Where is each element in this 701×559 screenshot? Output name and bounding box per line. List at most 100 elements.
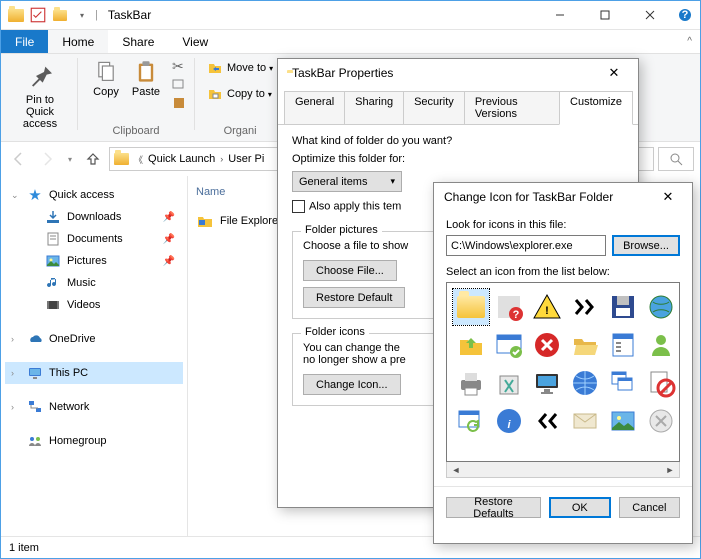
back-button[interactable] [7,147,31,171]
dialog-title: Change Icon for TaskBar Folder [444,190,613,204]
recent-dropdown-icon[interactable]: ▾ [63,147,77,171]
also-apply-checkbox[interactable] [292,200,305,213]
qat-properties-icon[interactable] [29,6,47,24]
icon-option-window-refresh[interactable] [453,403,489,439]
icon-option-printer[interactable] [453,365,489,401]
tab-share[interactable]: Share [108,30,168,53]
icon-path-input[interactable] [446,235,606,256]
change-icon-button[interactable]: Change Icon... [303,374,401,395]
chevron-down-icon[interactable]: ⌄ [11,190,19,201]
paste-icon [134,58,158,86]
pin-icon: 📌 [163,212,175,223]
sidebar-item-videos[interactable]: Videos [5,294,183,316]
close-button[interactable]: ✕ [598,63,630,83]
icon-option-folder-up[interactable] [453,327,489,363]
sidebar-item-downloads[interactable]: Downloads📌 [5,206,183,228]
icon-option-window[interactable] [491,327,527,363]
chevron-right-icon[interactable]: › [11,368,14,378]
paste-button[interactable]: Paste [126,58,166,98]
pin-icon [24,60,56,92]
tab-customize[interactable]: Customize [559,91,633,125]
sidebar-item-onedrive[interactable]: ›OneDrive [5,328,183,350]
tab-previous-versions[interactable]: Previous Versions [464,91,560,124]
icon-option-folder[interactable] [453,289,489,325]
icon-option-forward[interactable] [567,289,603,325]
icon-option-cascade[interactable] [605,365,641,401]
paste-shortcut-icon[interactable] [172,96,186,113]
downloads-icon [45,209,61,225]
forward-button[interactable] [35,147,59,171]
copy-path-icon[interactable] [172,77,186,94]
svg-text:!: ! [545,305,549,317]
breadcrumb-item[interactable]: User Pi [226,153,266,165]
icon-option-properties[interactable] [605,327,641,363]
label: Also apply this tem [309,200,401,212]
dialog-titlebar[interactable]: TaskBar Properties ✕ [278,59,638,87]
help-button[interactable]: ? [672,1,698,30]
choose-file-button[interactable]: Choose File... [303,260,397,281]
sidebar-item-homegroup[interactable]: Homegroup [5,430,183,452]
icon-option-monitor[interactable] [529,365,565,401]
icon-list[interactable]: ? ! i [446,282,680,462]
icon-option-warning[interactable]: ! [529,289,565,325]
icon-option-picture[interactable] [605,403,641,439]
icon-option-delete[interactable] [643,403,679,439]
tab-security[interactable]: Security [403,91,465,124]
breadcrumb-item[interactable]: Quick Launch [146,153,217,165]
tab-home[interactable]: Home [48,30,108,53]
dialog-titlebar[interactable]: Change Icon for TaskBar Folder ✕ [434,183,692,211]
move-to-button[interactable]: Move to▾ [203,58,277,78]
up-button[interactable] [81,147,105,171]
icon-option-blocked[interactable] [643,365,679,401]
ribbon-collapse-icon[interactable]: ^ [679,30,700,53]
icon-option-globe2[interactable] [567,365,603,401]
icon-option-mail[interactable] [567,403,603,439]
sidebar-item-pictures[interactable]: Pictures📌 [5,250,183,272]
sidebar-item-music[interactable]: Music [5,272,183,294]
scroll-right-icon[interactable]: ► [663,464,677,476]
ok-button[interactable]: OK [549,497,611,518]
titlebar: ▾ | TaskBar ? [1,1,700,30]
cancel-button[interactable]: Cancel [619,497,680,518]
optimize-select[interactable]: General items▾ [292,171,402,192]
tab-view[interactable]: View [168,30,222,53]
restore-defaults-button[interactable]: Restore Defaults [446,497,541,518]
copy-button[interactable]: Copy [86,58,126,98]
icon-option-rewind[interactable] [529,403,565,439]
chevron-right-icon[interactable]: › [11,334,14,344]
pin-to-quickaccess-button[interactable]: Pin to Quick access [11,58,69,130]
scroll-left-icon[interactable]: ◄ [449,464,463,476]
thispc-icon [27,365,43,381]
icon-option-info[interactable]: i [491,403,527,439]
maximize-button[interactable] [582,1,627,30]
icon-option-globe[interactable] [643,289,679,325]
icon-scrollbar[interactable]: ◄ ► [446,462,680,478]
title-separator: | [95,9,98,21]
browse-button[interactable]: Browse... [612,235,680,256]
copy-to-button[interactable]: Copy to▾ [203,84,276,104]
search-input[interactable] [658,147,694,171]
close-button[interactable] [627,1,672,30]
chevron-right-icon[interactable]: › [11,402,14,412]
icon-option-user[interactable] [643,327,679,363]
icon-option-folder-open[interactable] [567,327,603,363]
icon-option-recycle[interactable] [491,365,527,401]
tab-sharing[interactable]: Sharing [344,91,404,124]
tab-file[interactable]: File [1,30,48,53]
qat-newfolder-icon[interactable] [51,6,69,24]
icon-option-disk[interactable] [605,289,641,325]
chevron-right-icon[interactable]: › [217,154,226,164]
icon-option-shield[interactable]: ? [491,289,527,325]
cut-icon[interactable]: ✂ [172,58,186,75]
restore-default-button[interactable]: Restore Default [303,287,405,308]
chevron-right-icon[interactable]: 《 [131,153,146,166]
icon-option-error[interactable] [529,327,565,363]
sidebar-item-quickaccess[interactable]: ⌄★Quick access [5,184,183,206]
minimize-button[interactable] [537,1,582,30]
sidebar-item-documents[interactable]: Documents📌 [5,228,183,250]
tab-general[interactable]: General [284,91,345,124]
sidebar-item-thispc[interactable]: ›This PC [5,362,183,384]
qat-dropdown-icon[interactable]: ▾ [73,6,91,24]
sidebar-item-network[interactable]: ›Network [5,396,183,418]
close-button[interactable]: ✕ [652,187,684,207]
